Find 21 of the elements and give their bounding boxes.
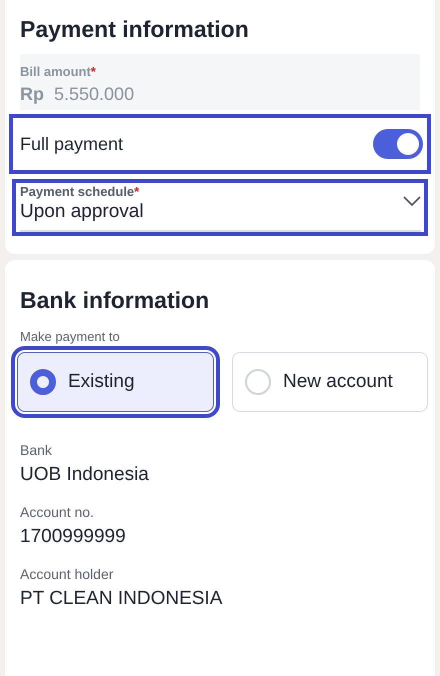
field-label: Bill amount*: [20, 64, 96, 79]
field-label: Account no.: [20, 504, 94, 520]
radio-option[interactable]: New account: [232, 352, 428, 412]
field-value: 1700999999: [20, 526, 126, 548]
field-label: Account holder: [20, 566, 114, 582]
amount-value: 5.550.000: [54, 84, 134, 105]
dropdown-value: Upon approval: [20, 201, 144, 223]
field-value: UOB Indonesia: [20, 464, 149, 486]
toggle-label: Full payment: [20, 134, 124, 154]
toggle-switch[interactable]: [373, 129, 423, 159]
section-title: Bank information: [20, 287, 210, 314]
chevron-down-icon: [403, 196, 421, 206]
field-value: PT CLEAN INDONESIA: [20, 588, 222, 610]
payment-schedule-dropdown[interactable]: Payment schedule* Upon approval: [12, 179, 428, 236]
section-title: Payment information: [20, 16, 250, 43]
currency-label: Rp: [20, 84, 44, 105]
radio-icon: [245, 369, 271, 395]
field-label: Bank: [20, 442, 52, 458]
field-label: Make payment to: [20, 329, 120, 344]
radio-icon: [30, 369, 56, 395]
field-label: Payment schedule*: [20, 184, 140, 199]
